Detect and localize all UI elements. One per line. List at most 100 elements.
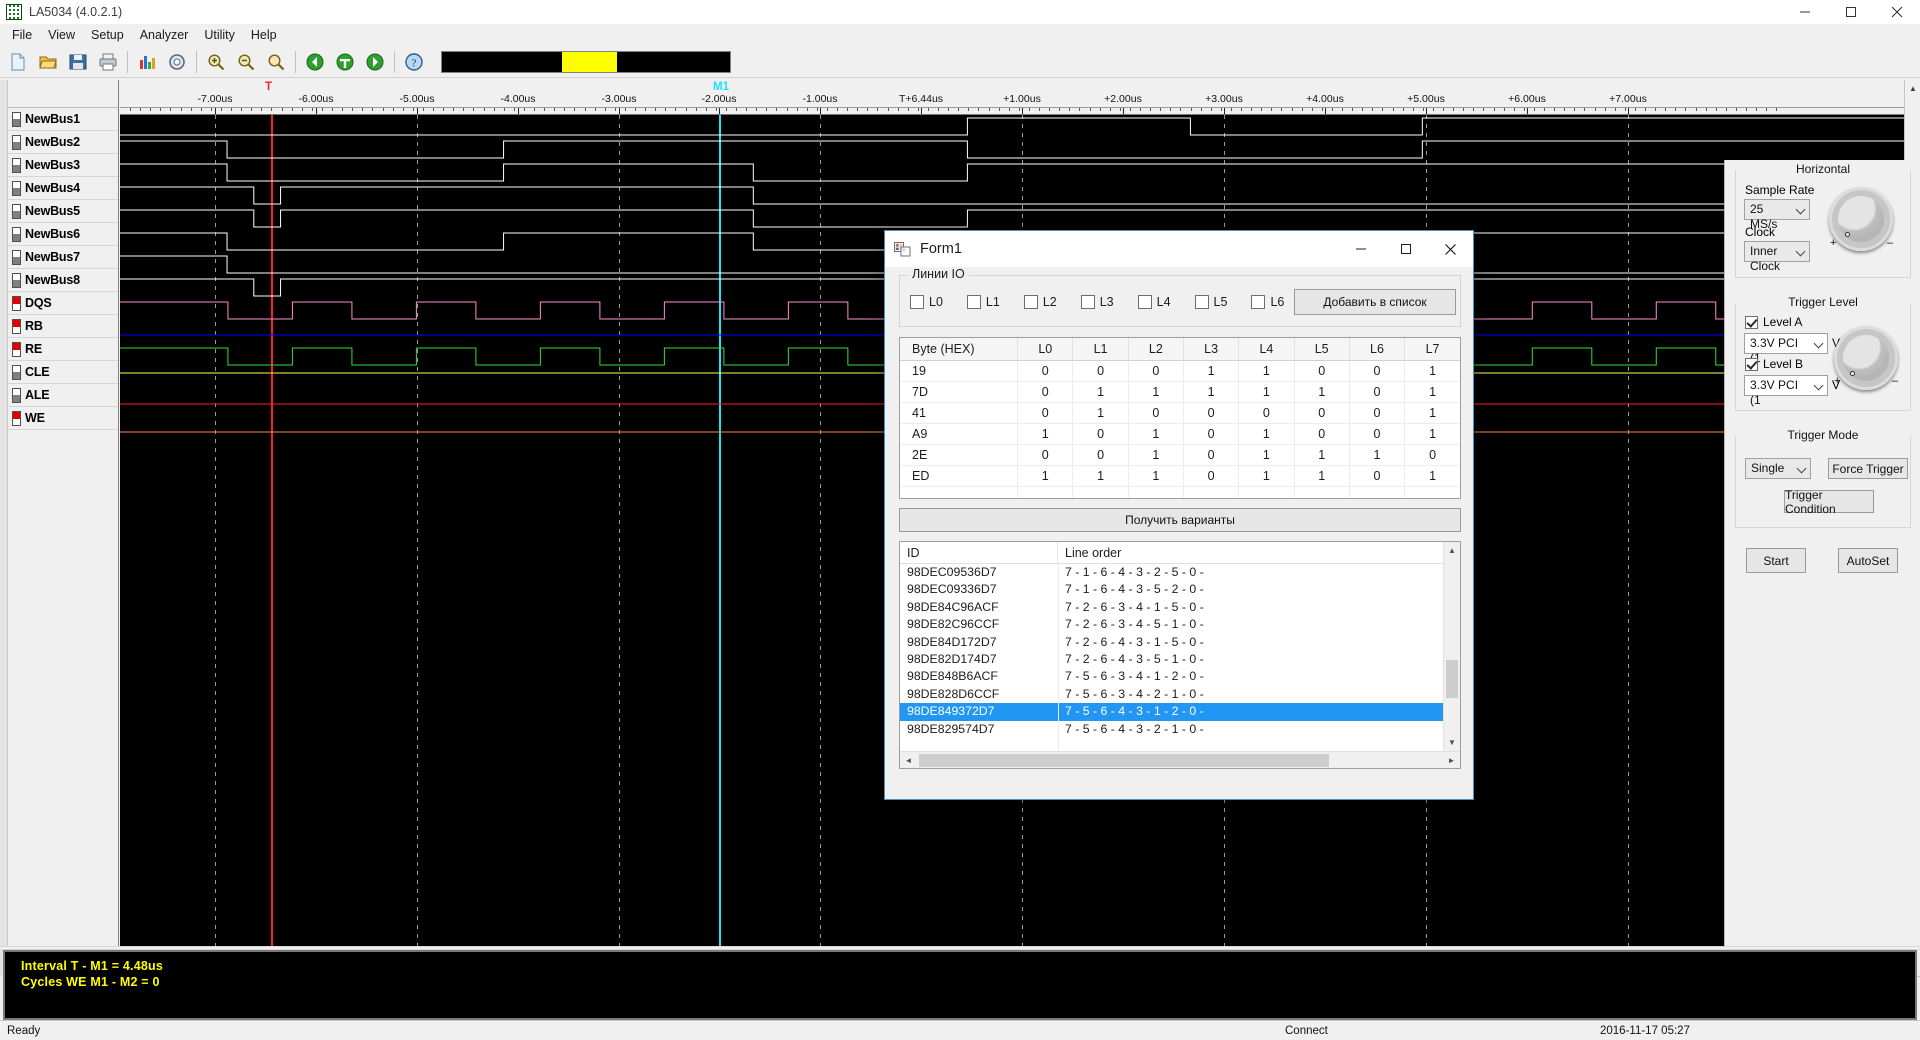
grid-cell[interactable]: 1 — [1404, 360, 1460, 382]
nav-next-icon[interactable] — [360, 48, 390, 76]
grid-cell[interactable]: 0 — [1017, 444, 1074, 466]
checkbox-box[interactable] — [910, 295, 924, 309]
grid-cell[interactable]: 0 — [1294, 360, 1350, 382]
channel-row-newbus5[interactable]: NewBus5 — [0, 200, 118, 223]
listview-row[interactable]: 98DE82C96CCF 7 - 2 - 6 - 3 - 4 - 5 - 1 - … — [900, 616, 1443, 633]
grid-cell-empty[interactable] — [1072, 486, 1129, 498]
grid-cell[interactable]: 1 — [1072, 465, 1129, 487]
level-a-combo[interactable]: 3.3V PCI (1 — [1744, 333, 1828, 365]
nav-trigger-icon[interactable] — [330, 48, 360, 76]
grid-row[interactable]: 7D 0 1 1 1 1 1 0 1 — [900, 381, 1460, 403]
grid-cell-empty[interactable] — [900, 486, 1019, 498]
grid-cell[interactable]: 0 — [1128, 402, 1184, 424]
checkbox-box[interactable] — [1023, 295, 1038, 309]
grid-cell[interactable]: 1 — [1072, 381, 1129, 403]
grid-cell[interactable]: 1 — [1128, 423, 1184, 445]
grid-cell[interactable]: ED — [900, 465, 1019, 487]
bar-chart-icon[interactable] — [132, 48, 162, 76]
scroll-up-button[interactable]: ▲ — [1905, 80, 1920, 96]
channel-row-newbus4[interactable]: NewBus4 — [0, 177, 118, 200]
grid-cell[interactable]: 0 — [1349, 402, 1406, 424]
grid-cell[interactable]: 0 — [1128, 360, 1184, 382]
channel-color-swatch[interactable] — [12, 387, 21, 403]
listview-row[interactable]: 98DEC09536D7 7 - 1 - 6 - 4 - 3 - 2 - 5 - … — [900, 564, 1443, 581]
save-disk-icon[interactable] — [63, 48, 93, 76]
level-b-value[interactable]: 3.3V PCI (1 — [1744, 375, 1828, 407]
variants-listview[interactable]: ID Line order 98DEC09536D7 7 - 1 - 6 - 4 … — [899, 541, 1461, 769]
grid-cell[interactable]: 0 — [1183, 423, 1240, 445]
io-checkbox-l6[interactable]: L6 — [1251, 295, 1284, 309]
grid-cell[interactable]: 1 — [1404, 465, 1460, 487]
force-trigger-button[interactable]: Force Trigger — [1828, 458, 1908, 479]
nav-prev-icon[interactable] — [300, 48, 330, 76]
menu-item-setup[interactable]: Setup — [83, 26, 132, 44]
level-a-value[interactable]: 3.3V PCI (1 — [1744, 333, 1828, 365]
grid-cell[interactable]: 0 — [1072, 360, 1129, 382]
grid-cell[interactable]: 1 — [1404, 423, 1460, 445]
grid-cell[interactable]: 41 — [900, 402, 1019, 424]
grid-cell[interactable]: 19 — [900, 360, 1019, 382]
listview-row[interactable]: 98DE828D6CCF 7 - 5 - 6 - 3 - 4 - 2 - 1 - … — [900, 686, 1443, 703]
grid-row[interactable]: 2E 0 0 1 0 1 1 1 0 — [900, 444, 1460, 466]
listview-row[interactable]: 98DE849372D7 7 - 5 - 6 - 4 - 3 - 1 - 2 - … — [900, 703, 1443, 721]
grid-cell[interactable]: 2E — [900, 444, 1019, 466]
io-checkbox-l2[interactable]: L2 — [1023, 295, 1057, 309]
channel-row-ale[interactable]: ALE — [0, 384, 118, 407]
grid-cell[interactable]: A9 — [900, 423, 1019, 445]
grid-column-header[interactable]: Byte (HEX) — [900, 338, 1019, 361]
grid-cell[interactable]: 1 — [1072, 402, 1129, 424]
clock-value[interactable]: Inner Clock — [1744, 241, 1810, 273]
level-b-checkbox[interactable] — [1745, 357, 1758, 371]
grid-cell[interactable]: 0 — [1183, 465, 1240, 487]
sample-rate-value[interactable]: 25 MS/s — [1744, 199, 1810, 231]
clock-combo[interactable]: Inner Clock — [1744, 241, 1810, 273]
channel-color-swatch[interactable] — [12, 134, 21, 150]
channel-color-swatch[interactable] — [12, 272, 21, 288]
new-file-icon[interactable] — [3, 48, 33, 76]
listview-row[interactable]: 98DE84C96ACF 7 - 2 - 6 - 3 - 4 - 1 - 5 - … — [900, 599, 1443, 616]
m1-marker[interactable]: M1 — [713, 81, 729, 93]
grid-cell[interactable]: 0 — [1017, 381, 1074, 403]
listview-vscroll-thumb[interactable] — [1446, 660, 1458, 698]
listview-hscroll-track[interactable] — [917, 752, 1443, 769]
listview-header-line-order[interactable]: Line order — [1058, 542, 1460, 563]
maximize-button[interactable] — [1828, 0, 1874, 24]
grid-cell[interactable]: 0 — [1349, 423, 1406, 445]
channel-color-swatch[interactable] — [12, 226, 21, 242]
channel-color-swatch[interactable] — [12, 249, 21, 265]
grid-cell[interactable]: 1 — [1294, 444, 1350, 466]
channel-color-swatch[interactable] — [12, 180, 21, 196]
channel-row-cle[interactable]: CLE — [0, 361, 118, 384]
print-icon[interactable] — [93, 48, 123, 76]
start-button[interactable]: Start — [1746, 548, 1806, 573]
grid-cell[interactable]: 1 — [1128, 444, 1184, 466]
trigger-mode-value[interactable]: Single — [1745, 458, 1811, 479]
channel-row-re[interactable]: RE — [0, 338, 118, 361]
grid-cell[interactable]: 1 — [1238, 381, 1295, 403]
io-checkbox-l4[interactable]: L4 — [1137, 295, 1171, 309]
channel-color-swatch[interactable] — [12, 364, 21, 380]
channel-row-dqs[interactable]: DQS — [0, 292, 118, 315]
listview-row[interactable]: 98DE829574D7 7 - 5 - 6 - 4 - 3 - 2 - 1 - … — [900, 721, 1443, 738]
grid-cell[interactable]: 1 — [1238, 444, 1295, 466]
time-ruler[interactable]: -7.00us -6.00us -5.00us -4.00us -3.00us -2.00… — [120, 80, 1904, 108]
grid-cell[interactable]: 1 — [1238, 360, 1295, 382]
channel-row-newbus2[interactable]: NewBus2 — [0, 131, 118, 154]
trigger-mode-combo[interactable]: Single — [1745, 458, 1811, 479]
grid-cell[interactable]: 1 — [1238, 465, 1295, 487]
menu-item-view[interactable]: View — [40, 26, 83, 44]
listview-scroll-down-button[interactable]: ▼ — [1444, 734, 1460, 751]
checkbox-box[interactable] — [1194, 295, 1209, 309]
channel-row-newbus8[interactable]: NewBus8 — [0, 269, 118, 292]
checkbox-box[interactable] — [1080, 295, 1095, 309]
grid-row[interactable]: ED 1 1 1 0 1 1 0 1 — [900, 465, 1460, 487]
grid-column-header[interactable]: L2 — [1128, 338, 1184, 361]
autoset-button[interactable]: AutoSet — [1838, 548, 1898, 573]
horizontal-knob[interactable]: + – — [1829, 187, 1893, 251]
close-button[interactable] — [1874, 0, 1920, 24]
grid-cell-empty[interactable] — [1294, 486, 1350, 498]
grid-cell[interactable]: 0 — [1072, 444, 1129, 466]
grid-cell[interactable]: 1 — [1017, 465, 1074, 487]
channel-color-swatch[interactable] — [12, 410, 21, 426]
grid-cell[interactable]: 0 — [1349, 360, 1406, 382]
